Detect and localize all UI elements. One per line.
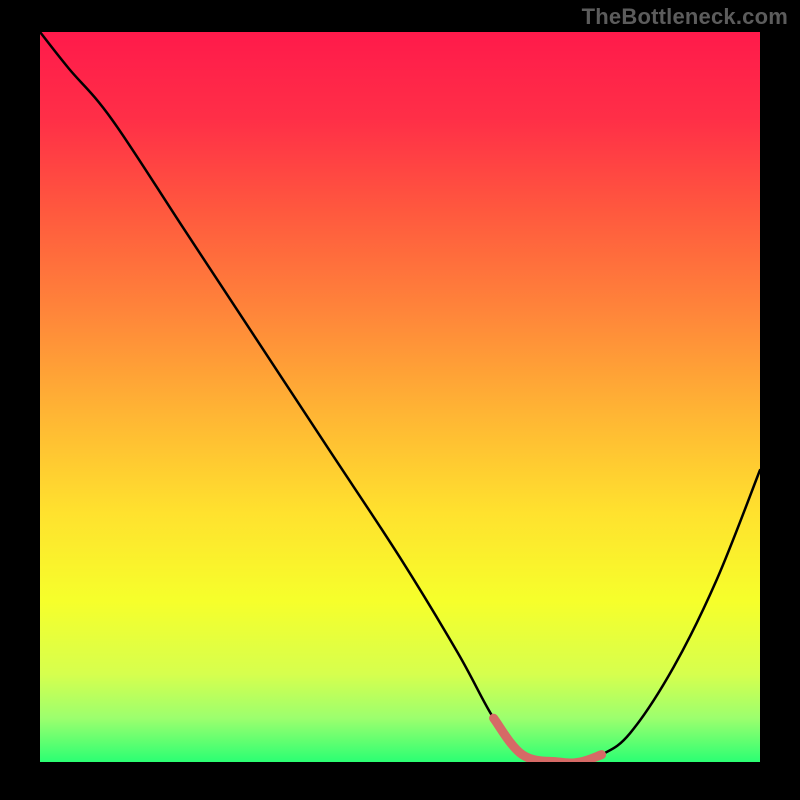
bottleneck-curve: [40, 32, 760, 762]
accent-segment: [494, 718, 602, 762]
attribution-label: TheBottleneck.com: [582, 4, 788, 30]
curve-layer: [40, 32, 760, 762]
plot-area: [40, 32, 760, 762]
chart-frame: TheBottleneck.com: [0, 0, 800, 800]
